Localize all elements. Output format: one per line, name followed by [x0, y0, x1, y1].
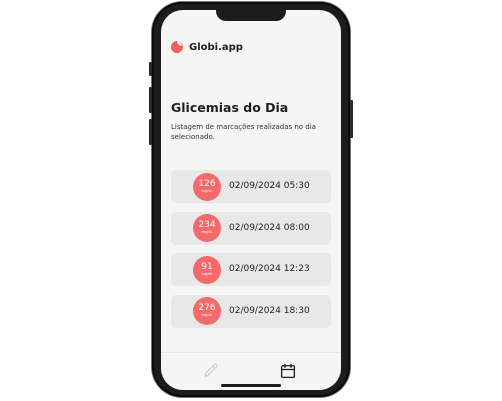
volume-up-button	[149, 87, 152, 113]
glucose-value: 126	[198, 178, 216, 189]
record-datetime: 02/09/2024 18:30	[229, 305, 310, 316]
glucose-value-badge: 126 mg/dL	[193, 172, 221, 201]
volume-down-button	[149, 119, 152, 145]
glucose-unit: mg/dL	[201, 313, 213, 317]
app-screen: Globi.app Glicemias do Dia Listagem de m…	[161, 10, 341, 390]
silent-switch	[149, 62, 152, 76]
page-title: Glicemias do Dia	[171, 100, 289, 115]
record-datetime: 02/09/2024 12:23	[229, 264, 310, 274]
record-datetime: 02/09/2024 08:00	[229, 222, 310, 233]
calendar-icon	[280, 363, 296, 379]
nav-calendar-button[interactable]	[279, 362, 297, 380]
glucose-record-item[interactable]: 276 mg/dL 02/09/2024 18:30	[171, 294, 331, 328]
pencil-icon	[204, 363, 218, 377]
glucose-value-badge: 276 mg/dL	[193, 297, 221, 325]
glucose-value-badge: 234 mg/dL	[193, 214, 221, 242]
glucose-unit: mg/dL	[201, 188, 213, 193]
phone-notch	[216, 10, 286, 21]
blood-drop-icon	[171, 41, 183, 53]
home-indicator	[221, 384, 281, 387]
glucose-value: 234	[198, 220, 216, 230]
glucose-record-item[interactable]: 91 mg/dL 02/09/2024 12:23	[171, 253, 331, 286]
nav-edit-button[interactable]	[202, 362, 220, 380]
glucose-value: 276	[198, 303, 216, 313]
glucose-unit: mg/dL	[201, 230, 213, 234]
glucose-record-item[interactable]: 234 mg/dL 02/09/2024 08:00	[171, 211, 331, 245]
glucose-records-list: 126 mg/dL 02/09/2024 05:30 234 mg/dL 02/…	[171, 170, 331, 336]
glucose-record-item[interactable]: 126 mg/dL 02/09/2024 05:30	[171, 170, 331, 203]
glucose-value: 91	[201, 261, 213, 272]
bottom-navigation	[161, 352, 341, 390]
app-name: Globi.app	[189, 41, 243, 53]
app-header: Globi.app	[171, 41, 243, 53]
record-datetime: 02/09/2024 05:30	[229, 181, 310, 191]
glucose-value-badge: 91 mg/dL	[193, 255, 221, 284]
glucose-unit: mg/dL	[201, 271, 213, 276]
page-subtitle: Listagem de marcações realizadas no dia …	[171, 123, 316, 141]
power-button	[350, 100, 353, 138]
